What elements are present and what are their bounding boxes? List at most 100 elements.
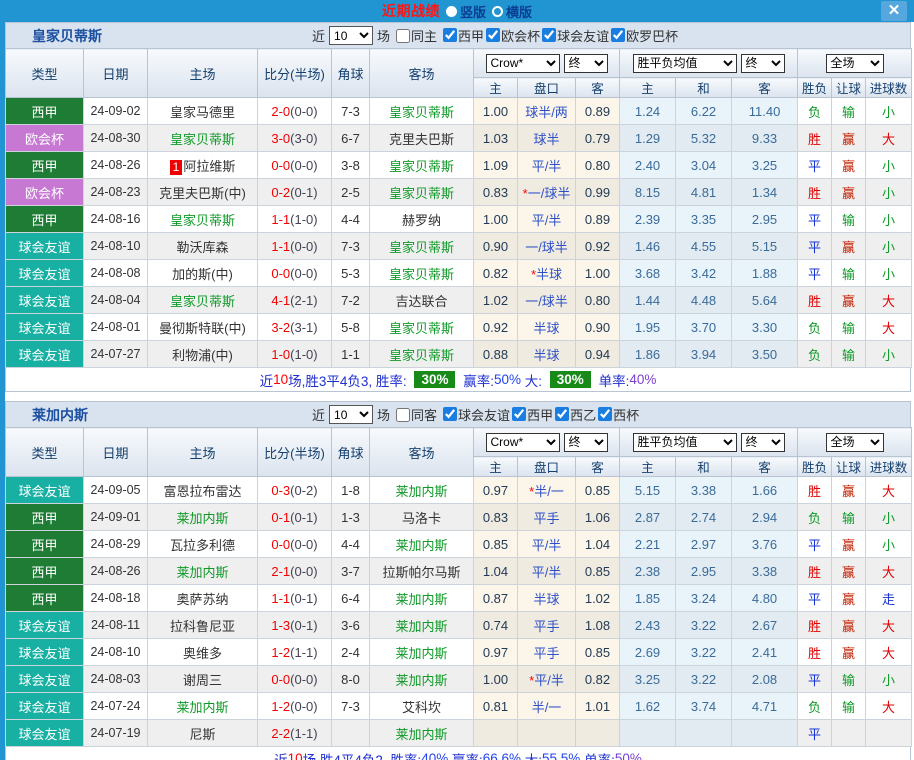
crow-away-odds-cell: 1.02 <box>576 585 620 612</box>
league-label: 球会友谊 <box>557 26 609 45</box>
crow-home-odds-cell: 1.00 <box>474 98 518 125</box>
near-label: 近 <box>312 26 325 45</box>
summary-segment: 场,胜3平4负3, 胜率: <box>288 370 410 390</box>
league-checkbox[interactable] <box>542 28 556 42</box>
avg-draw-odds-cell: 4.81 <box>676 179 732 206</box>
league-checkbox[interactable] <box>486 28 500 42</box>
goals-result-cell: 小 <box>866 206 912 233</box>
date-cell: 24-09-02 <box>84 98 148 125</box>
score-cell: 0-0(0-0) <box>258 260 332 287</box>
layout-horizontal-option[interactable]: 横版 <box>492 2 532 21</box>
crow-away-odds-cell: 1.06 <box>576 504 620 531</box>
league-checkbox[interactable] <box>598 407 612 421</box>
odds-source-select[interactable]: Crow* <box>486 433 560 452</box>
avg-away-odds-cell: 5.64 <box>732 287 798 314</box>
scope-select[interactable]: 全场 <box>826 433 884 452</box>
corner-cell: 1-1 <box>332 341 370 368</box>
col-away: 客场 <box>370 49 474 98</box>
win-draw-lose-cell: 胜 <box>798 558 832 585</box>
recent-count-select[interactable]: 10 <box>329 405 373 424</box>
avg-draw-odds-cell: 2.74 <box>676 504 732 531</box>
home-team-cell: 皇家贝蒂斯 <box>148 287 258 314</box>
handicap-result-cell <box>832 720 866 747</box>
home-team-cell: 尼斯 <box>148 720 258 747</box>
avg-odds-select[interactable]: 胜平负均值 <box>633 433 737 452</box>
match-row: 球会友谊24-08-10勒沃库森1-1(0-0)7-3皇家贝蒂斯0.90一/球半… <box>6 233 912 260</box>
avg-home-odds-cell: 1.62 <box>620 693 676 720</box>
same-venue-checkbox[interactable] <box>396 408 410 422</box>
same-venue-checkbox[interactable] <box>396 29 410 43</box>
scope-header: 全场 <box>798 428 912 457</box>
league-checkbox[interactable] <box>512 407 526 421</box>
win-draw-lose-cell: 负 <box>798 314 832 341</box>
col-avg-home: 主 <box>620 78 676 98</box>
home-team-cell: 克里夫巴斯(中) <box>148 179 258 206</box>
match-row: 球会友谊24-07-24莱加内斯1-2(0-0)7-3艾科坎0.81半/一1.0… <box>6 693 912 720</box>
corner-cell: 6-7 <box>332 125 370 152</box>
date-cell: 24-08-08 <box>84 260 148 287</box>
league-checkbox[interactable] <box>443 28 457 42</box>
summary-segment: 近 <box>274 749 288 760</box>
summary-segment: 55.5% <box>542 751 580 760</box>
layout-vertical-option[interactable]: 竖版 <box>446 2 486 21</box>
corner-cell: 1-8 <box>332 477 370 504</box>
avg-draw-odds-cell: 6.22 <box>676 98 732 125</box>
corner-cell: 7-3 <box>332 233 370 260</box>
goals-result-cell: 小 <box>866 98 912 125</box>
league-filter-球会友谊[interactable]: 球会友谊 <box>443 405 510 424</box>
date-cell: 24-09-05 <box>84 477 148 504</box>
league-filter-球会友谊[interactable]: 球会友谊 <box>542 26 609 45</box>
league-checkbox[interactable] <box>555 407 569 421</box>
crow-home-odds-cell: 1.09 <box>474 152 518 179</box>
odds-source-header: Crow*终 <box>474 428 620 457</box>
league-filter-西杯[interactable]: 西杯 <box>598 405 639 424</box>
league-label: 球会友谊 <box>458 405 510 424</box>
league-filter-欧罗巴杯[interactable]: 欧罗巴杯 <box>611 26 678 45</box>
avg-draw-odds-cell: 3.24 <box>676 585 732 612</box>
handicap-result-cell: 赢 <box>832 233 866 260</box>
match-row: 西甲24-08-29瓦拉多利德0-0(0-0)4-4莱加内斯0.85平/半1.0… <box>6 531 912 558</box>
league-filter-西甲[interactable]: 西甲 <box>512 405 553 424</box>
league-type-cell: 西甲 <box>6 152 84 179</box>
away-team-cell: 莱加内斯 <box>370 585 474 612</box>
handicap-cell: 平/半 <box>518 206 576 233</box>
scope-select[interactable]: 全场 <box>826 54 884 73</box>
avg-final-select[interactable]: 终 <box>741 433 785 452</box>
odds-final-select[interactable]: 终 <box>564 54 608 73</box>
same-venue-filter[interactable]: 同客 <box>396 405 437 424</box>
score-cell: 2-2(1-1) <box>258 720 332 747</box>
league-checkbox[interactable] <box>443 407 457 421</box>
handicap-result-cell: 输 <box>832 314 866 341</box>
league-filter-西甲[interactable]: 西甲 <box>443 26 484 45</box>
odds-final-select[interactable]: 终 <box>564 433 608 452</box>
radio-selected-icon[interactable] <box>446 6 457 17</box>
radio-unselected-icon[interactable] <box>492 6 503 17</box>
odds-source-select[interactable]: Crow* <box>486 54 560 73</box>
vertical-label: 竖版 <box>460 2 486 21</box>
avg-home-odds-cell: 2.40 <box>620 152 676 179</box>
avg-final-select[interactable]: 终 <box>741 54 785 73</box>
avg-draw-odds-cell: 5.32 <box>676 125 732 152</box>
goals-result-cell: 大 <box>866 558 912 585</box>
recent-count-select[interactable]: 10 <box>329 26 373 45</box>
handicap-result-cell: 输 <box>832 206 866 233</box>
avg-draw-odds-cell: 2.95 <box>676 558 732 585</box>
close-button[interactable]: ✕ <box>881 1 907 21</box>
league-filter-欧会杯[interactable]: 欧会杯 <box>486 26 540 45</box>
league-filter-西乙[interactable]: 西乙 <box>555 405 596 424</box>
league-type-cell: 球会友谊 <box>6 233 84 260</box>
avg-odds-select[interactable]: 胜平负均值 <box>633 54 737 73</box>
league-checkbox[interactable] <box>611 28 625 42</box>
summary-segment: 30% <box>414 371 455 388</box>
win-draw-lose-cell: 负 <box>798 693 832 720</box>
league-type-cell: 球会友谊 <box>6 639 84 666</box>
score-cell: 2-1(0-0) <box>258 558 332 585</box>
recent-results-window: 近期战绩 竖版 横版 ✕ 皇家贝蒂斯 近 10 场 同主 西甲欧会杯球会友谊欧罗… <box>0 0 914 760</box>
goals-result-cell: 小 <box>866 260 912 287</box>
avg-draw-odds-cell: 3.35 <box>676 206 732 233</box>
handicap-cell: 平手 <box>518 639 576 666</box>
col-date: 日期 <box>84 428 148 477</box>
odds-source-header: Crow*终 <box>474 49 620 78</box>
corner-cell: 4-4 <box>332 206 370 233</box>
same-venue-filter[interactable]: 同主 <box>396 26 437 45</box>
